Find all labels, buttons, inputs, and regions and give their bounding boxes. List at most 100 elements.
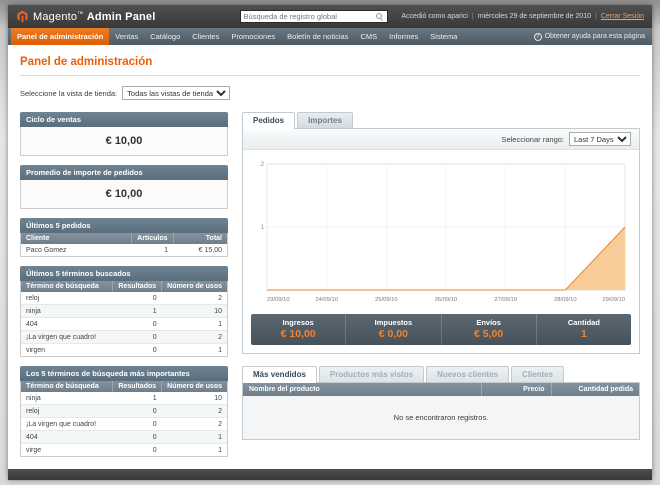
cell-term: virge	[26, 446, 42, 454]
col-header: Artículos	[131, 233, 174, 244]
tab-new-customers[interactable]: Nuevos clientes	[426, 366, 509, 382]
stat-label: Ingresos	[282, 318, 314, 327]
table-row[interactable]: reloj 0 2	[21, 404, 227, 418]
top-search-terms-block: Los 5 términos de búsqueda más important…	[20, 366, 228, 457]
admin-window: Magento™ Admin Panel Accedió como aparic…	[8, 5, 652, 480]
stat-shipping: Envíos € 5,00	[442, 314, 537, 345]
col-header: Número de usos	[161, 381, 227, 392]
logout-link[interactable]: Cerrar Sesión	[601, 13, 644, 20]
col-header: Total	[173, 233, 227, 244]
table-row[interactable]: ninja 1 10	[21, 304, 227, 318]
col-header: Término de búsqueda	[21, 281, 114, 292]
help-icon: ?	[533, 32, 542, 41]
nav-item-system[interactable]: Sistema	[424, 28, 463, 45]
cell-customer: Paco Gomez	[26, 246, 67, 254]
tab-orders[interactable]: Pedidos	[242, 112, 296, 129]
table-row[interactable]: ¡La virgen que cuadro! 0 2	[21, 417, 227, 431]
nav-item-sales[interactable]: Ventas	[109, 28, 144, 45]
nav-item-reports[interactable]: Informes	[383, 28, 424, 45]
stat-value: € 5,00	[474, 328, 504, 340]
cell-uses: 2	[161, 417, 227, 431]
stat-label: Envíos	[476, 318, 501, 327]
col-header: Número de usos	[161, 281, 227, 292]
tab-customers[interactable]: Clientes	[510, 366, 565, 382]
tab-bestsellers[interactable]: Más vendidos	[242, 366, 317, 383]
stat-value: € 0,00	[378, 328, 408, 340]
cell-uses: 1	[218, 446, 222, 454]
col-header: Término de búsqueda	[21, 381, 114, 392]
cell-results: 0	[112, 404, 162, 418]
lifetime-sales-title: Ciclo de ventas	[20, 112, 228, 127]
range-select[interactable]: Last 7 Days	[569, 132, 631, 146]
table-row[interactable]: ¡La virgen que cuadro! 0 2	[21, 330, 227, 344]
search-icon	[375, 12, 384, 21]
svg-text:29/09/10: 29/09/10	[602, 297, 625, 303]
stat-label: Impuestos	[374, 318, 413, 327]
global-search-input[interactable]	[243, 12, 376, 21]
nav-item-newsletter[interactable]: Boletín de noticias	[281, 28, 354, 45]
svg-text:23/09/10: 23/09/10	[267, 297, 290, 303]
page-help-link[interactable]: ? Obtener ayuda para esta página	[533, 28, 649, 45]
cell-results: 0	[112, 417, 162, 431]
table-row[interactable]: 404 0 1	[21, 430, 227, 444]
table-row[interactable]: ninja 1 10	[21, 392, 227, 405]
nav-item-customers[interactable]: Clientes	[186, 28, 225, 45]
table-row[interactable]: virgen 0 1	[21, 344, 227, 357]
col-header: Nombre del producto	[243, 383, 482, 396]
orders-area-chart: 1 2 23/09/10 24/09/10 25/09/10 26/09/10 27/09/…	[261, 162, 626, 303]
svg-text:1: 1	[261, 225, 265, 231]
last-orders-title: Últimos 5 pedidos	[20, 218, 228, 233]
last-orders-block: Últimos 5 pedidos Cliente Artículos Tota…	[20, 218, 228, 257]
cell-term: ninja	[21, 304, 113, 318]
nav-item-cms[interactable]: CMS	[354, 28, 383, 45]
chart-tabs: Pedidos Importes	[242, 112, 640, 129]
nav-item-dashboard[interactable]: Panel de administración	[11, 28, 110, 45]
tab-amounts[interactable]: Importes	[297, 112, 353, 128]
top-search-terms-title: Los 5 términos de búsqueda más important…	[20, 366, 228, 381]
page-title: Panel de administración	[20, 53, 640, 76]
top-search-terms-table: Término de búsqueda Resultados Número de…	[21, 381, 227, 456]
tab-most-viewed[interactable]: Productos más vistos	[318, 366, 425, 382]
stat-value: € 10,00	[280, 328, 316, 340]
cell-uses: 10	[161, 304, 227, 318]
cell-results: 0	[112, 430, 162, 444]
chart-panel: Seleccionar rango: Last 7 Days 1 2 23/09/1…	[242, 128, 640, 354]
average-orders-title: Promedio de importe de pedidos	[20, 165, 228, 180]
store-view-select[interactable]: Todas las vistas de tienda	[122, 86, 231, 100]
cell-results: 0	[152, 346, 157, 354]
products-section: Más vendidos Productos más vistos Nuevos…	[242, 366, 640, 440]
stat-revenue: Ingresos € 10,00	[251, 314, 347, 345]
table-row[interactable]: 404 0 1	[21, 317, 227, 331]
col-header: Resultados	[112, 381, 163, 392]
last-search-terms-block: Últimos 5 términos buscados Término de b…	[20, 266, 228, 357]
current-date-text: miércoles 29 de septiembre de 2010	[477, 13, 591, 20]
nav-item-catalog[interactable]: Catálogo	[144, 28, 186, 45]
cell-term: virgen	[26, 346, 46, 354]
cell-term: ¡La virgen que cuadro!	[21, 330, 113, 344]
products-panel: Nombre del producto Precio Cantidad pedi…	[242, 382, 640, 440]
global-search-box	[239, 10, 388, 23]
svg-text:24/09/10: 24/09/10	[315, 297, 338, 303]
main-nav-bar: Panel de administración Ventas Catálogo …	[8, 28, 652, 45]
totals-bar: Ingresos € 10,00 Impuestos € 0,00 Envíos…	[251, 314, 631, 345]
table-row[interactable]: virge 0 1	[21, 444, 227, 457]
separator: |	[594, 13, 597, 20]
content-area: Panel de administración Seleccione la vi…	[8, 45, 652, 469]
nav-item-promotions[interactable]: Promociones	[225, 28, 281, 45]
cell-term: 404	[21, 317, 113, 331]
stat-tax: Impuestos € 0,00	[346, 314, 442, 345]
cell-results: 1	[112, 304, 162, 318]
table-row[interactable]: reloj 0 2	[21, 292, 227, 305]
cell-uses: 2	[161, 404, 227, 418]
store-view-switcher: Seleccione la vista de tienda: Todas las…	[20, 86, 640, 100]
empty-records-message: No se encontraron registros.	[243, 396, 639, 439]
cell-uses: 1	[218, 346, 222, 354]
magento-logo-icon	[17, 10, 28, 23]
cell-term: ninja	[21, 392, 113, 405]
trademark-mark: ™	[77, 10, 84, 17]
products-table: Nombre del producto Precio Cantidad pedi…	[243, 383, 639, 439]
header-user-area: Accedió como aparici | miércoles 29 de s…	[401, 13, 644, 20]
cell-uses: 2	[161, 292, 227, 305]
store-view-label: Seleccione la vista de tienda:	[20, 88, 118, 98]
table-row[interactable]: Paco Gomez 1 € 15,00	[21, 244, 227, 256]
